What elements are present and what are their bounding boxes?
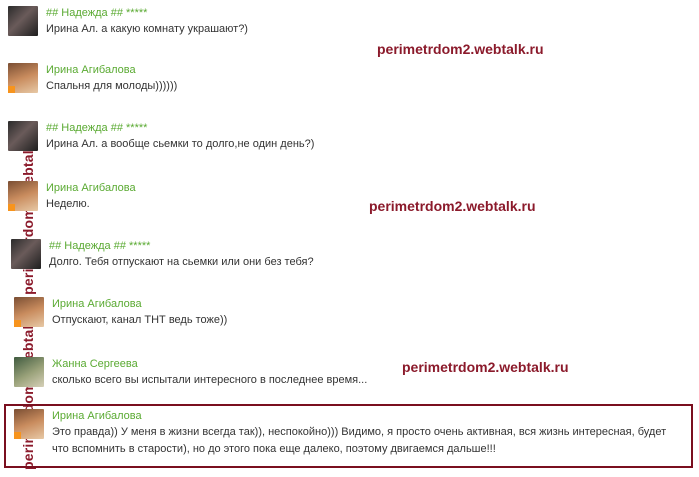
message-text: Ирина Ал. а вообще сьемки то долго,не од… <box>46 138 315 150</box>
author-name[interactable]: Жанна Сергеева <box>52 357 367 371</box>
message-text: Это правда)) У меня в жизни всегда так))… <box>52 424 666 458</box>
message-text: Отпускают, канал ТНТ ведь тоже)) <box>52 314 228 326</box>
watermark: perimetrdom2.webtalk.ru <box>369 198 536 214</box>
user-avatar[interactable] <box>14 409 44 439</box>
user-avatar[interactable] <box>14 297 44 327</box>
chat-message: ## Надежда ## ***** Ирина Ал. а вообще с… <box>8 121 314 153</box>
user-avatar[interactable] <box>8 6 38 36</box>
chat-message: Ирина Агибалова Спальня для молоды)))))) <box>8 63 177 95</box>
status-indicator <box>8 86 15 93</box>
user-avatar[interactable] <box>14 357 44 387</box>
author-name[interactable]: Ирина Агибалова <box>46 181 136 195</box>
watermark: perimetrdom2.webtalk.ru <box>402 359 569 375</box>
author-name[interactable]: ## Надежда ## ***** <box>46 121 314 135</box>
author-name[interactable]: Ирина Агибалова <box>52 297 227 311</box>
message-text: Спальня для молоды)))))) <box>46 80 178 92</box>
author-name[interactable]: Ирина Агибалова <box>46 63 177 77</box>
status-indicator <box>14 432 21 439</box>
chat-message: Ирина Агибалова Отпускают, канал ТНТ вед… <box>14 297 227 329</box>
status-indicator <box>14 320 21 327</box>
message-text-line: Это правда)) У меня в жизни всегда так))… <box>52 426 667 438</box>
chat-message: ## Надежда ## ***** Ирина Ал. а какую ко… <box>8 6 248 38</box>
author-name[interactable]: ## Надежда ## ***** <box>46 6 248 20</box>
message-text: Неделю. <box>46 198 90 210</box>
message-text-line: что вспомнить в старости), но до этого п… <box>52 443 496 455</box>
user-avatar[interactable] <box>8 121 38 151</box>
user-avatar[interactable] <box>8 181 38 211</box>
author-name[interactable]: ## Надежда ## ***** <box>49 239 314 253</box>
chat-message: ## Надежда ## ***** Долго. Тебя отпускаю… <box>11 239 314 271</box>
message-text: сколько всего вы испытали интересного в … <box>52 374 368 386</box>
chat-message: Жанна Сергеева сколько всего вы испытали… <box>14 357 367 389</box>
author-name[interactable]: Ирина Агибалова <box>52 409 666 423</box>
message-text: Долго. Тебя отпускают на сьемки или они … <box>49 256 314 268</box>
chat-message: Ирина Агибалова Неделю. <box>8 181 136 213</box>
chat-message-highlighted: Ирина Агибалова Это правда)) У меня в жи… <box>14 409 666 458</box>
user-avatar[interactable] <box>8 63 38 93</box>
watermark: perimetrdom2.webtalk.ru <box>377 41 544 57</box>
user-avatar[interactable] <box>11 239 41 269</box>
status-indicator <box>8 204 15 211</box>
message-text: Ирина Ал. а какую комнату украшают?) <box>46 23 248 35</box>
